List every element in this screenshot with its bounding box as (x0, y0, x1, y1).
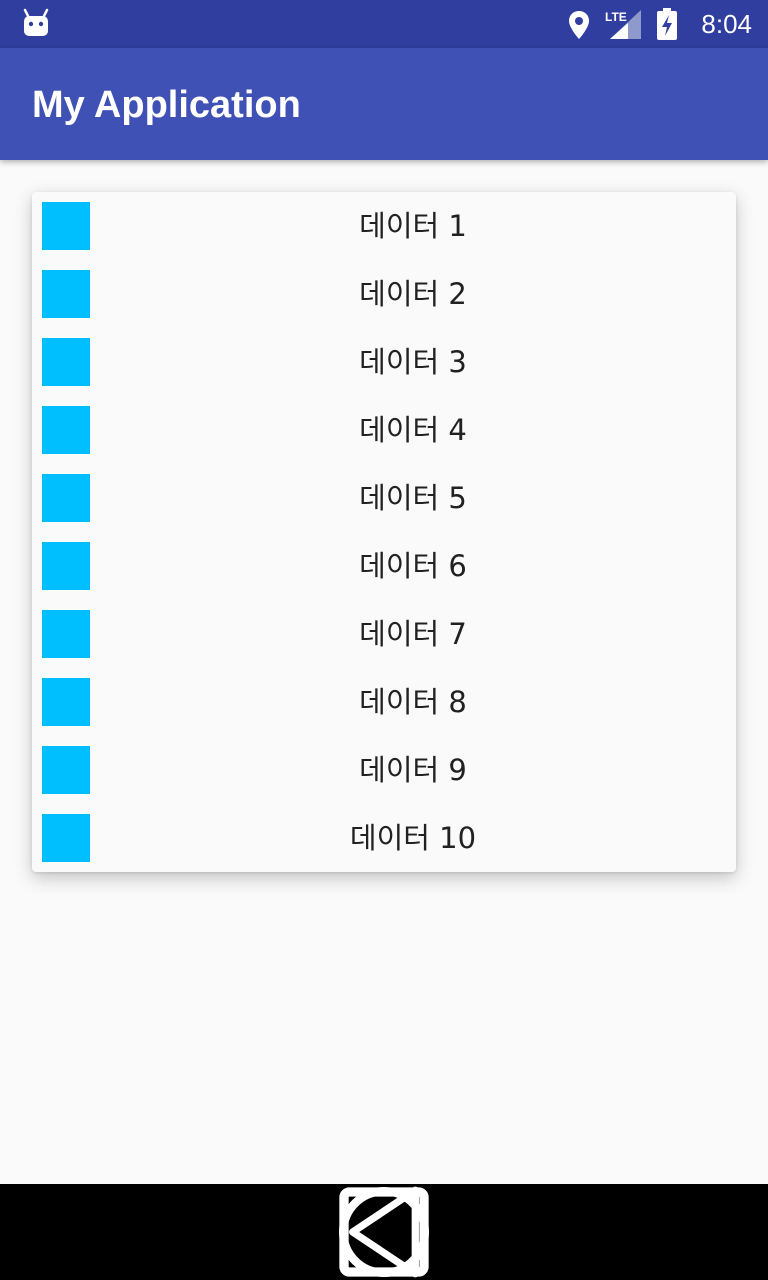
item-color-square (42, 406, 90, 454)
item-color-square (42, 202, 90, 250)
status-time: 8:04 (701, 9, 752, 39)
list-item-label: 데이터 4 (359, 413, 467, 447)
android-icon (23, 8, 49, 36)
list-item-label: 데이터 7 (359, 617, 467, 651)
item-color-square (42, 474, 90, 522)
item-color-square (42, 678, 90, 726)
status-bar: LTE 8:04 (0, 0, 768, 48)
list-item-3[interactable]: 데이터 3 (32, 328, 736, 396)
list-item-9[interactable]: 데이터 9 (32, 736, 736, 804)
list-item-8[interactable]: 데이터 8 (32, 668, 736, 736)
location-icon (569, 11, 589, 39)
lte-label: LTE (605, 10, 627, 24)
list-item-6[interactable]: 데이터 6 (32, 532, 736, 600)
list-item-2[interactable]: 데이터 2 (32, 260, 736, 328)
battery-charging-icon (657, 8, 677, 40)
list-item-label: 데이터 9 (359, 753, 467, 787)
app-title: My Application (32, 84, 301, 126)
app-bar: My Application (0, 48, 768, 160)
list-item-4[interactable]: 데이터 4 (32, 396, 736, 464)
item-color-square (42, 746, 90, 794)
list-item-1[interactable]: 데이터 1 (32, 192, 736, 260)
list-item-7[interactable]: 데이터 7 (32, 600, 736, 668)
list-item-label: 데이터 2 (359, 277, 467, 311)
list-card: 데이터 1 데이터 2 데이터 3 데이터 4 데이터 5 데이터 6 데이터 … (32, 192, 736, 872)
list-item-label: 데이터 5 (359, 481, 467, 515)
list-item-10[interactable]: 데이터 10 (32, 804, 736, 872)
list-item-label: 데이터 3 (359, 345, 467, 379)
list-item-label: 데이터 8 (359, 685, 467, 719)
item-color-square (42, 610, 90, 658)
list-item-label: 데이터 6 (359, 549, 467, 583)
item-color-square (42, 270, 90, 318)
list-item-5[interactable]: 데이터 5 (32, 464, 736, 532)
list-item-label: 데이터 10 (349, 821, 477, 855)
lte-signal-icon: LTE (605, 10, 641, 39)
list-item-label: 데이터 1 (359, 209, 467, 243)
recents-icon[interactable] (0, 1184, 768, 1280)
item-color-square (42, 338, 90, 386)
item-color-square (42, 814, 90, 862)
item-color-square (42, 542, 90, 590)
